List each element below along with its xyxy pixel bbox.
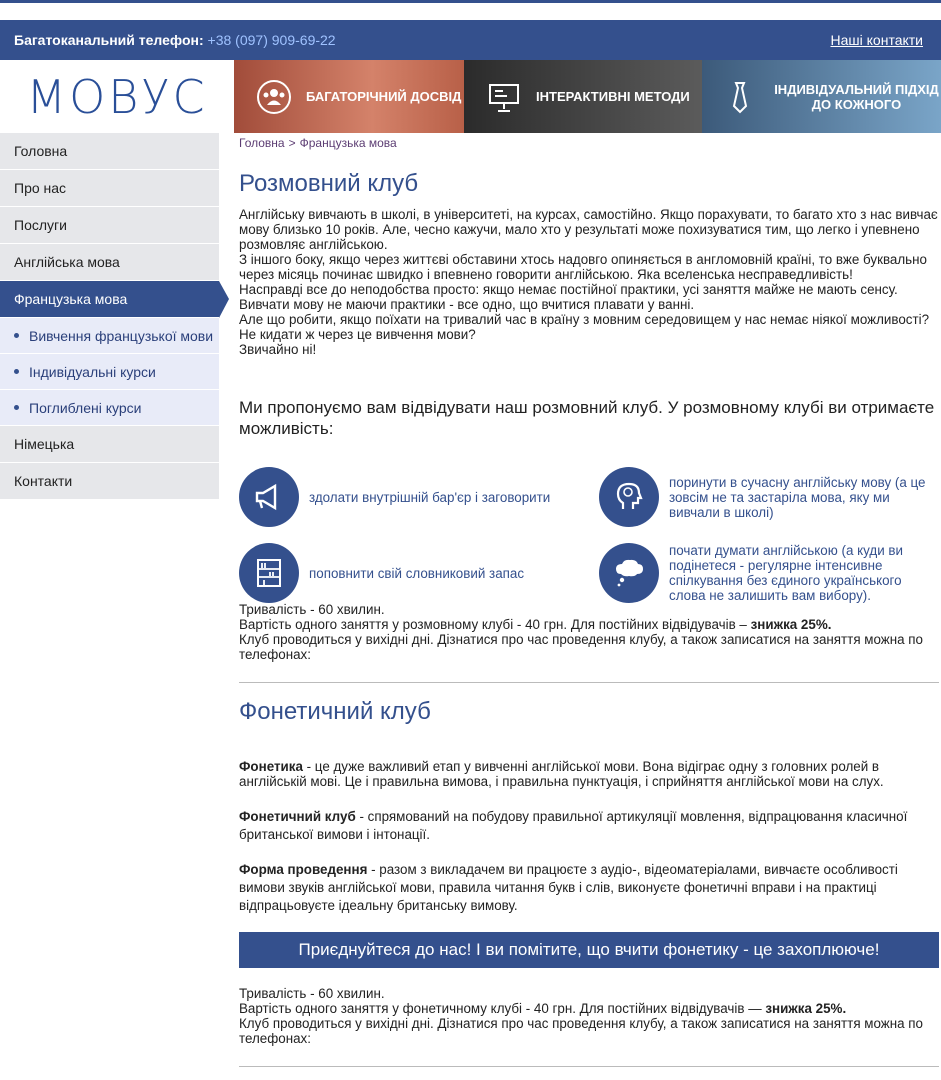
paragraph: Не кидати ж через це вивчення мови? [239, 327, 476, 342]
subitem-label: Вивчення французької мови [29, 327, 214, 344]
main-content: Головна > Французька мова Розмовний клуб А… [239, 133, 939, 1067]
club2-title: Фонетичний клуб [239, 698, 431, 725]
sidebar-subitem-advanced[interactable]: Поглиблені курси [0, 390, 219, 426]
sidebar-item-french[interactable]: Французька мова [0, 281, 229, 318]
club2-schedule: Клуб проводиться у вихідні дні. Дізнатис… [239, 1016, 924, 1046]
bookshelf-icon [239, 543, 299, 603]
club2-info: Тривалість - 60 хвилин. Вартість одного … [239, 986, 939, 1046]
breadcrumb-home[interactable]: Головна [239, 136, 285, 150]
breadcrumb-current: Французька мова [299, 136, 397, 150]
sidebar-subitem-individual[interactable]: Індивідуальні курси [0, 354, 219, 390]
phone-number[interactable]: +38 (097) 909-69-22 [208, 32, 336, 48]
bullet-icon [14, 405, 19, 410]
sidebar-item-services[interactable]: Послуги [0, 207, 219, 244]
feature-text: здолати внутрішній бар'єр і заговорити [309, 489, 551, 505]
brain-head-icon [599, 467, 659, 527]
feature-item: поринути в сучасну англійську мову (а це… [599, 467, 939, 527]
bullet-icon [14, 369, 19, 374]
feature-item: поповнити свій словниковий запас [239, 543, 599, 603]
subitem-label: Індивідуальні курси [29, 363, 156, 380]
breadcrumb-separator: > [288, 136, 296, 150]
banner-label: Багаторічний досвід [306, 89, 462, 104]
club2-duration: Тривалість - 60 хвилин. [239, 986, 385, 1001]
logo-text: МОВУС [26, 69, 208, 124]
club1-info: Тривалість - 60 хвилин. Вартість одного … [239, 602, 939, 662]
feature-item: почати думати англійською (а куди ви под… [599, 543, 939, 603]
discount: знижка 25%. [765, 1001, 847, 1016]
logo[interactable]: МОВУС [0, 60, 234, 133]
banner-experience: Багаторічний досвід [234, 60, 464, 133]
thought-bubble-icon [599, 543, 659, 603]
price-text: Вартість одного заняття у розмовному клу… [239, 617, 747, 632]
phone-info: Багатоканальний телефон: +38 (097) 909-6… [14, 32, 336, 48]
divider [239, 1066, 939, 1067]
features-grid: здолати внутрішній бар'єр і заговорити п… [239, 467, 939, 603]
term: Фонетика [239, 759, 303, 774]
paragraph: Вивчати мову не маючи практики - все одн… [239, 297, 695, 312]
club1-title: Розмовний клуб [239, 170, 419, 197]
club1-intro: Англійську вивчають в школі, в університ… [239, 207, 939, 357]
feature-text: почати думати англійською (а куди ви под… [669, 543, 904, 603]
banner-label: Індивідуальний підхід до кожного [774, 81, 939, 112]
discount: знижка 25%. [750, 617, 832, 632]
tie-icon [732, 81, 748, 113]
bullet-icon [14, 333, 19, 338]
megaphone-icon [239, 467, 299, 527]
term: Форма проведення [239, 862, 368, 877]
breadcrumb: Головна > Французька мова [239, 136, 939, 151]
paragraph: Насправді все до неподобства просто: якщ… [239, 282, 898, 297]
sidebar-item-home[interactable]: Головна [0, 133, 219, 170]
paragraph: Звичайно ні! [239, 342, 317, 357]
feature-item: здолати внутрішній бар'єр і заговорити [239, 467, 599, 527]
paragraph: Але що робити, якщо поїхати на тривалий … [239, 312, 930, 327]
sidebar-item-contacts[interactable]: Контакти [0, 463, 219, 500]
club2-phonetics: Фонетика - це дуже важливий етап у вивче… [239, 759, 939, 789]
top-bar: Багатоканальний телефон: +38 (097) 909-6… [0, 20, 941, 60]
club2-about: Фонетичний клуб - спрямований на побудов… [239, 808, 939, 844]
sidebar: Головна Про нас Послуги Англійська мова … [0, 133, 229, 500]
people-icon [257, 79, 291, 114]
header: МОВУС Багаторічний досвід Інтерактивні м… [0, 60, 941, 133]
club2-format: Форма проведення - разом з викладачем ви… [239, 861, 939, 915]
term: Фонетичний клуб [239, 809, 356, 824]
feature-text: поповнити свій словниковий запас [309, 565, 525, 581]
paragraph: Англійську вивчають в школі, в університ… [239, 207, 938, 252]
divider [239, 682, 939, 683]
subitem-label: Поглиблені курси [29, 399, 142, 416]
club2-cta-banner: Приєднуйтеся до нас! І ви помітите, що в… [239, 932, 939, 968]
top-strip [0, 0, 941, 20]
banner-methods: Інтерактивні методи [464, 60, 702, 133]
contacts-link[interactable]: Наші контакти [831, 32, 923, 48]
feature-text: поринути в сучасну англійську мову (а це… [669, 474, 926, 520]
paragraph: З іншого боку, якщо через життєві обстав… [239, 252, 927, 282]
club1-duration: Тривалість - 60 хвилин. [239, 602, 385, 617]
club1-price: Вартість одного заняття у розмовному клу… [239, 617, 939, 632]
sidebar-subitem-french-study[interactable]: Вивчення французької мови [0, 318, 219, 354]
sidebar-item-about[interactable]: Про нас [0, 170, 219, 207]
banner-individual: Індивідуальний підхід до кожного [702, 60, 941, 133]
price-text: Вартість одного заняття у фонетичному кл… [239, 1001, 762, 1016]
sidebar-item-german[interactable]: Німецька [0, 426, 219, 463]
phone-label: Багатоканальний телефон: [14, 32, 204, 48]
club1-lead: Ми пропонуємо вам відвідувати наш розмов… [239, 398, 935, 438]
club1-schedule: Клуб проводиться у вихідні дні. Дізнатис… [239, 632, 924, 662]
club2-price: Вартість одного заняття у фонетичному кл… [239, 1001, 939, 1016]
definition: - це дуже важливий етап у вивченні англі… [239, 759, 884, 789]
banner-label: Інтерактивні методи [536, 89, 690, 104]
sidebar-item-english[interactable]: Англійська мова [0, 244, 219, 281]
presentation-icon [489, 83, 519, 112]
